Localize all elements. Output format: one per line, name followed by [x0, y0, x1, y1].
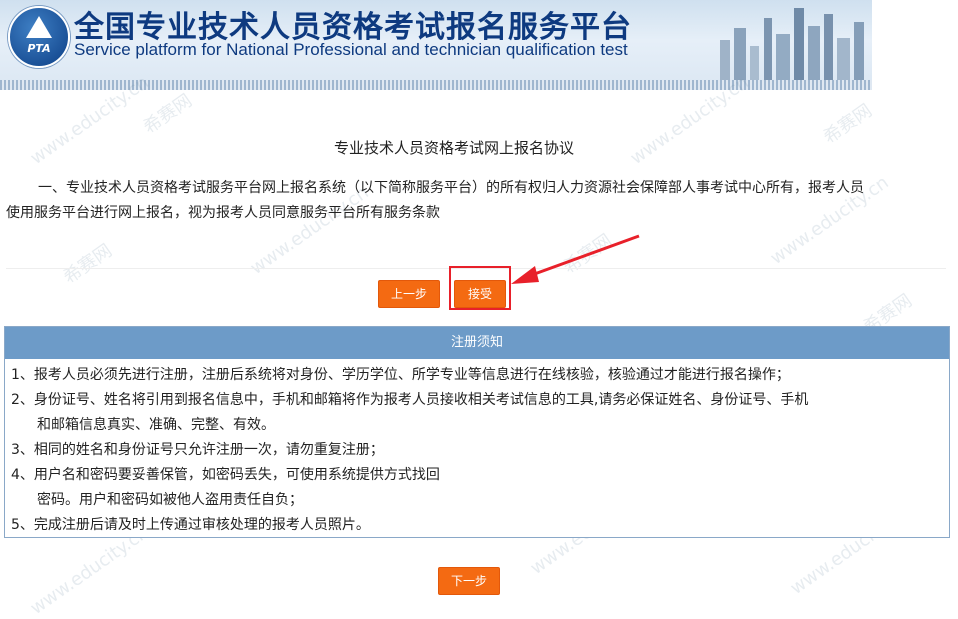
- watermark: 希赛网: [139, 90, 197, 139]
- notice-line: 3、相同的姓名和身份证号只允许注册一次，请勿重复注册；: [11, 442, 384, 458]
- next-step-button[interactable]: 下一步: [438, 567, 500, 595]
- logo-triangle-icon: [26, 16, 52, 38]
- logo-text: PTA: [27, 42, 51, 55]
- agreement-title: 专业技术人员资格考试网上报名协议: [333, 139, 574, 157]
- agreement-paragraph: 一、专业技术人员资格考试服务平台网上报名系统（以下简称服务平台）的所有权归人力资…: [6, 180, 864, 221]
- header-stripe: [0, 80, 872, 90]
- annotation-arrow-icon: [511, 234, 640, 284]
- notice-line: 2、身份证号、姓名将引用到报名信息中，手机和邮箱将作为报考人员接收相关考试信息的…: [11, 392, 809, 408]
- notice-heading: 注册须知: [5, 327, 949, 359]
- accept-button[interactable]: 接受: [454, 280, 506, 308]
- notice-line: 5、完成注册后请及时上传通过审核处理的报考人员照片。: [11, 517, 370, 533]
- site-title-en: Service platform for National Profession…: [74, 40, 628, 59]
- notice-line: 4、用户名和密码要妥善保管，如密码丢失，可使用系统提供方式找回: [11, 467, 440, 483]
- registration-notice: 注册须知 1、报考人员必须先进行注册，注册后系统将对身份、学历学位、所学专业等信…: [4, 326, 950, 538]
- city-skyline-image: [720, 8, 864, 80]
- notice-line: 和邮箱信息真实、准确、完整、有效。: [37, 417, 275, 433]
- notice-line: 密码。用户和密码如被他人盗用责任自负；: [37, 492, 303, 508]
- notice-line: 1、报考人员必须先进行注册，注册后系统将对身份、学历学位、所学专业等信息进行在线…: [11, 367, 790, 383]
- prev-step-button[interactable]: 上一步: [378, 280, 440, 308]
- notice-body: 1、报考人员必须先进行注册，注册后系统将对身份、学历学位、所学专业等信息进行在线…: [5, 359, 949, 538]
- header-banner: PTA 全国专业技术人员资格考试报名服务平台 Service platform …: [0, 0, 872, 90]
- pta-logo: PTA: [8, 6, 70, 68]
- watermark: 希赛网: [59, 240, 117, 289]
